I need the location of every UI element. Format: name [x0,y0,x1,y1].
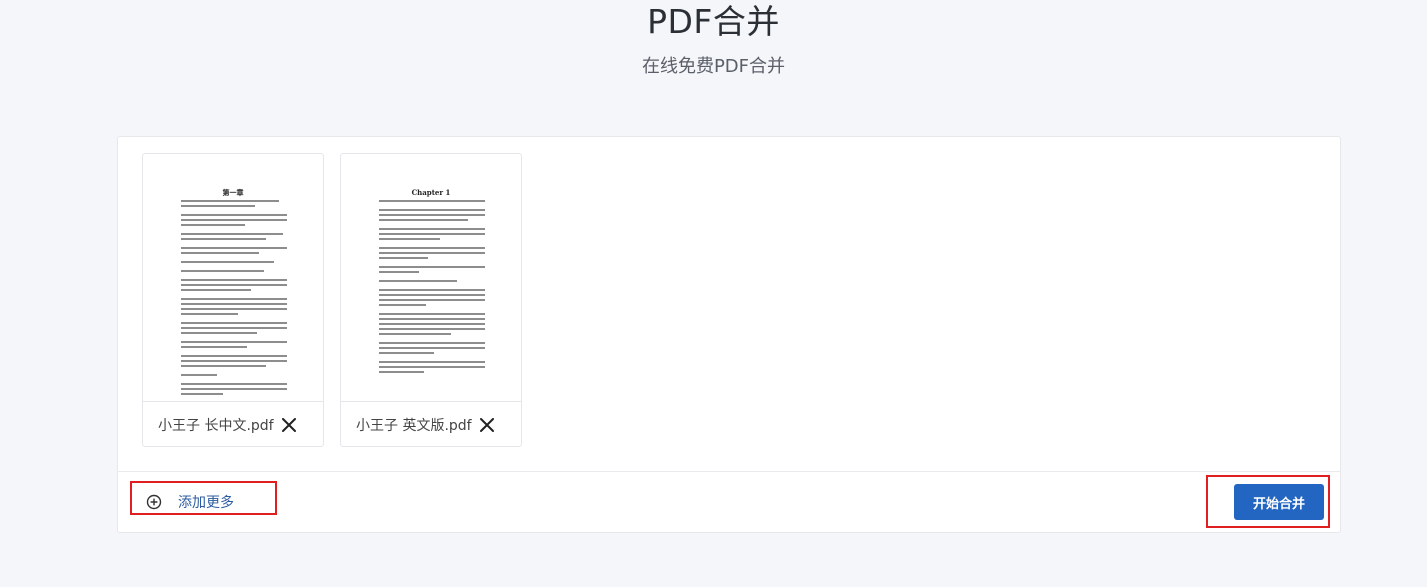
file-name-row: 小王子 长中文.pdf [143,402,323,448]
close-icon[interactable] [281,418,296,432]
upload-panel: 第一章 小王子 长中文.pdf Chapter 1 小王子 英文版.pdf 添加… [117,136,1341,533]
start-merge-button[interactable]: 开始合并 [1234,484,1324,520]
add-more-button[interactable]: 添加更多 [146,489,234,515]
file-name-row: 小王子 英文版.pdf [341,402,521,448]
thumbnail-heading: 第一章 [222,188,244,197]
thumbnail-text-lines [181,200,287,398]
pdf-thumbnail: Chapter 1 [341,154,521,402]
pdf-thumbnail: 第一章 [143,154,323,402]
close-icon[interactable] [479,418,494,432]
plus-circle-icon [146,494,162,510]
thumbnail-heading: Chapter 1 [411,188,451,197]
page-subtitle: 在线免费PDF合并 [641,56,786,77]
thumbnail-text-lines [379,200,485,376]
panel-divider [118,471,1340,472]
page-title: PDF合并 [647,2,780,41]
file-name: 小王子 长中文.pdf [158,418,274,434]
file-card: 第一章 小王子 长中文.pdf [142,153,324,447]
file-name: 小王子 英文版.pdf [356,418,472,434]
file-card: Chapter 1 小王子 英文版.pdf [340,153,522,447]
add-more-label: 添加更多 [178,495,234,511]
